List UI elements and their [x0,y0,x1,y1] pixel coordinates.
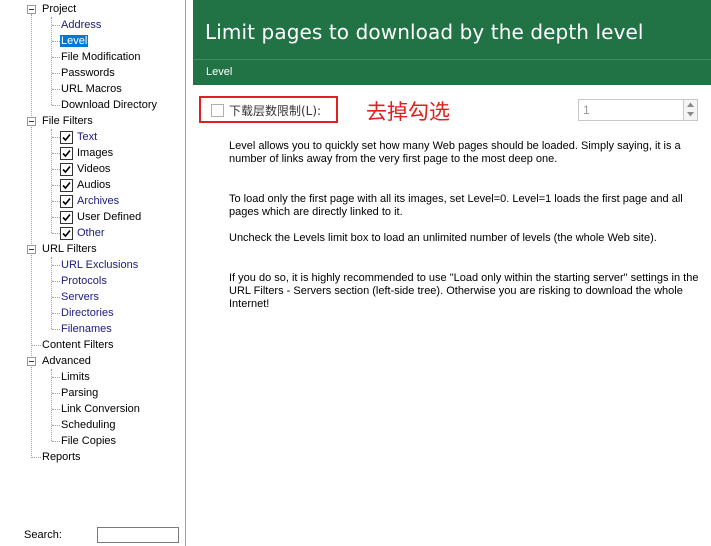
checkmark-icon [62,213,71,222]
tree-item-filenames[interactable]: Filenames [60,322,113,337]
user-defined-checkbox[interactable] [60,211,73,224]
tree-item-audios[interactable]: Audios [76,178,112,193]
tree-item-videos[interactable]: Videos [76,162,111,177]
file-filters-collapse-icon[interactable] [27,117,36,126]
tree-item-project[interactable]: Project [41,2,77,17]
tree-item-url-exclusions[interactable]: URL Exclusions [60,258,139,273]
tree-item-advanced[interactable]: Advanced [41,354,92,369]
checkmark-icon [62,181,71,190]
tree-item-servers[interactable]: Servers [60,290,100,305]
tree-item-parsing[interactable]: Parsing [60,386,99,401]
page-subtitle: Level [206,66,233,78]
tree-item-limits[interactable]: Limits [60,370,91,385]
tree-item-scheduling[interactable]: Scheduling [60,418,116,433]
level-limit-label[interactable]: 下载层数限制(L): [229,102,321,119]
search-input[interactable] [97,527,179,543]
checkmark-icon [62,165,71,174]
tree-item-address[interactable]: Address [60,18,102,33]
audios-checkbox[interactable] [60,179,73,192]
url-filters-collapse-icon[interactable] [27,245,36,254]
settings-tree: Project Address Level File Modification … [0,0,186,546]
description-paragraph: Uncheck the Levels limit box to load an … [229,232,657,244]
checkmark-icon [62,197,71,206]
tree-item-level[interactable]: Level [60,34,89,49]
tree-item-images[interactable]: Images [76,146,114,161]
tree-item-file-modification[interactable]: File Modification [60,50,141,65]
spin-up-button[interactable] [683,100,697,110]
page-title: Limit pages to download by the depth lev… [205,20,644,44]
checkmark-icon [62,149,71,158]
archives-checkbox[interactable] [60,195,73,208]
tree-item-download-directory[interactable]: Download Directory [60,98,158,113]
other-checkbox[interactable] [60,227,73,240]
header-divider [193,59,711,60]
level-limit-checkbox[interactable] [211,104,224,117]
tree-item-other[interactable]: Other [76,226,106,241]
annotation-text: 去掉勾选 [366,100,450,124]
tree-item-link-conversion[interactable]: Link Conversion [60,402,141,417]
tree-item-user-defined[interactable]: User Defined [76,210,142,225]
text-checkbox[interactable] [60,131,73,144]
tree-item-archives[interactable]: Archives [76,194,120,209]
advanced-collapse-icon[interactable] [27,357,36,366]
checkmark-icon [62,133,71,142]
triangle-down-icon [687,112,694,117]
search-label: Search: [24,529,62,541]
triangle-up-icon [687,102,694,107]
tree-item-content-filters[interactable]: Content Filters [41,338,115,353]
page-header: Limit pages to download by the depth lev… [193,0,711,85]
tree-item-protocols[interactable]: Protocols [60,274,108,289]
images-checkbox[interactable] [60,147,73,160]
tree-item-passwords[interactable]: Passwords [60,66,116,81]
tree-item-text[interactable]: Text [76,130,98,145]
videos-checkbox[interactable] [60,163,73,176]
tree-item-file-filters[interactable]: File Filters [41,114,94,129]
checkmark-icon [62,229,71,238]
tree-item-url-filters[interactable]: URL Filters [41,242,98,257]
level-spinner-value[interactable]: 1 [583,103,590,117]
description-paragraph: Level allows you to quickly set how many… [229,140,681,165]
description-paragraph: If you do so, it is highly recommended t… [229,272,699,310]
level-spinner[interactable]: 1 [578,99,698,121]
tree-item-reports[interactable]: Reports [41,450,82,465]
project-collapse-icon[interactable] [27,5,36,14]
spin-down-button[interactable] [683,110,697,120]
tree-item-url-macros[interactable]: URL Macros [60,82,123,97]
tree-item-directories[interactable]: Directories [60,306,115,321]
tree-item-file-copies[interactable]: File Copies [60,434,117,449]
description-paragraph: To load only the first page with all its… [229,193,683,218]
